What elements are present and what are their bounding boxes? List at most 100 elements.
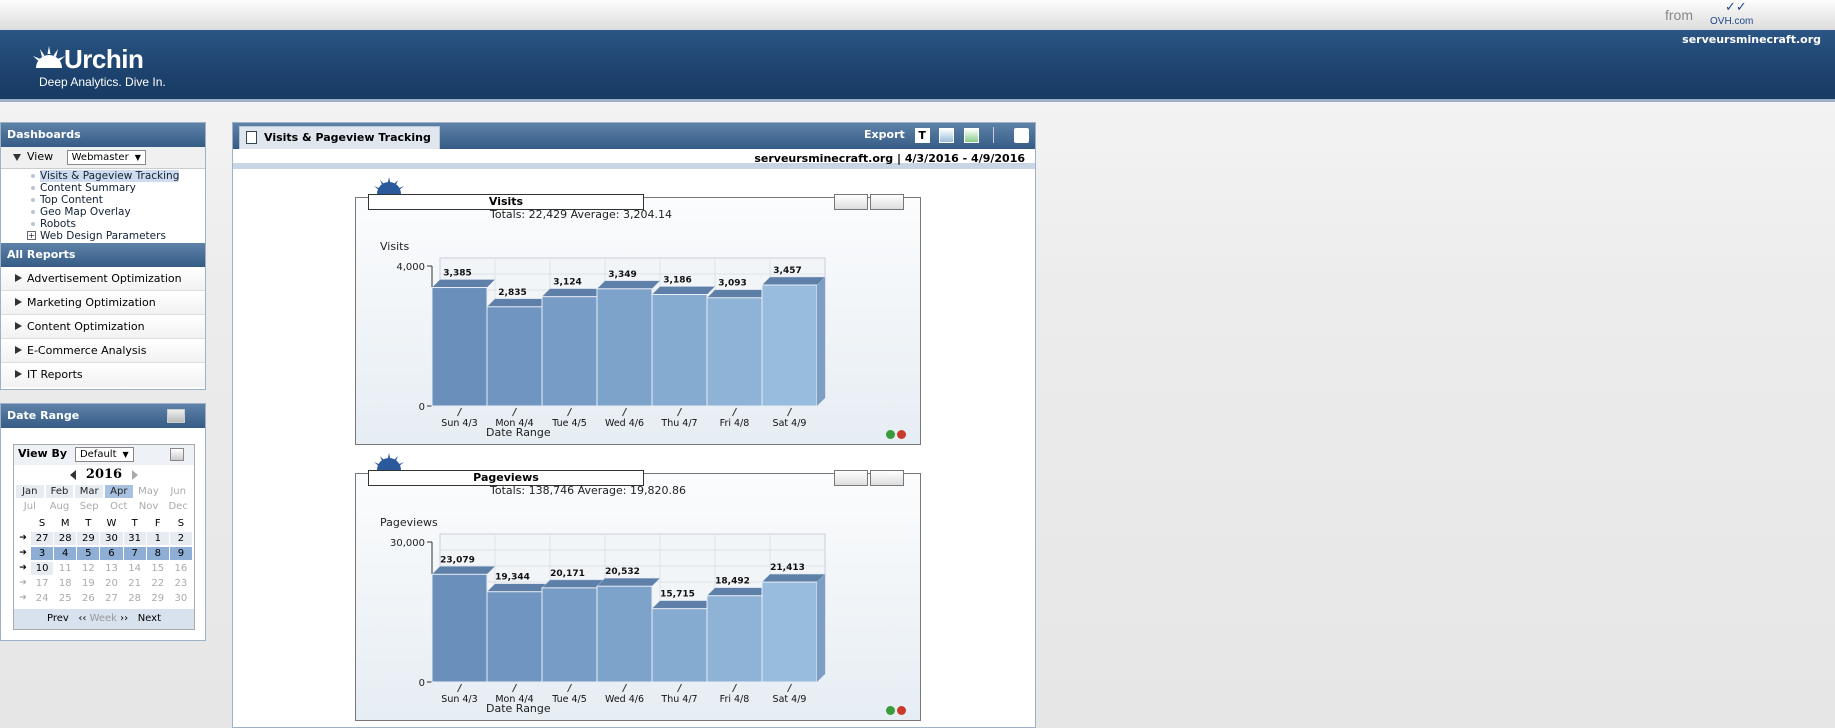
line-chart-icon[interactable] (870, 194, 904, 210)
ovh-logo[interactable]: ✓✓ OVH.com (1708, 0, 1760, 28)
chart-type-buttons (832, 470, 904, 486)
dashboard-item-top-content[interactable]: Top Content (1, 194, 205, 206)
day-cell: 17 (35, 578, 49, 589)
day-cell: 21 (128, 578, 141, 589)
prev-week-icon[interactable]: ‹‹ (78, 613, 86, 624)
report-marketing[interactable]: Marketing Optimization (1, 291, 205, 315)
month-sep: Sep (79, 501, 99, 512)
calendar-small-icon[interactable] (170, 448, 184, 461)
line-chart-icon[interactable] (870, 470, 904, 486)
x-tick (512, 683, 517, 693)
bar (596, 585, 653, 683)
month-dec: Dec (168, 501, 188, 512)
collapse-arrow-icon[interactable] (13, 153, 21, 161)
day-cell[interactable]: 7 (123, 547, 146, 560)
bar-top (651, 600, 716, 609)
y-tick-label: 30,000 (390, 538, 425, 549)
export-csv-icon[interactable] (964, 127, 980, 143)
week-select-arrow-icon[interactable]: ➔ (16, 562, 30, 575)
day-cell[interactable]: 5 (77, 547, 100, 560)
bar (596, 288, 653, 407)
day-cell[interactable]: 1 (146, 532, 169, 545)
day-cell[interactable]: 3 (31, 547, 54, 560)
date-range-panel: Date Range View By Default ▼ 2016 Jan Feb M… (0, 403, 206, 641)
day-cell: 19 (81, 578, 95, 589)
document-icon (246, 131, 257, 144)
bar-chart-icon[interactable] (834, 194, 868, 210)
bar-top (761, 573, 826, 583)
day-cell[interactable]: 8 (146, 547, 169, 560)
dashboard-item-robots[interactable]: Robots (1, 218, 205, 230)
x-tick-label: Thu 4/7 (660, 694, 697, 705)
week-label: Week (89, 613, 117, 624)
day-cell[interactable]: 6 (100, 547, 123, 560)
bar-top (541, 288, 606, 297)
day-cell[interactable]: 10 (31, 562, 54, 575)
report-content[interactable]: Content Optimization (1, 315, 205, 339)
bar-value-label: 19,344 (495, 573, 530, 583)
y-axis-label: Pageviews (380, 516, 438, 529)
month-oct: Oct (110, 501, 128, 512)
day-cell: 29 (151, 593, 165, 604)
dashboard-item-geo-map[interactable]: Geo Map Overlay (1, 206, 205, 218)
bar-value-label: 20,532 (605, 567, 640, 577)
report-ecommerce[interactable]: E-Commerce Analysis (1, 339, 205, 363)
bar (706, 297, 763, 407)
bar-top (761, 276, 826, 286)
dashboards-title: Dashboards (1, 123, 205, 147)
green-dot-icon (886, 706, 895, 715)
x-tick (787, 407, 792, 417)
day-cell[interactable]: 2 (169, 532, 192, 545)
month-mar[interactable]: Mar (75, 485, 103, 498)
bar-value-label: 23,079 (440, 555, 475, 565)
view-by-select[interactable]: Default ▼ (74, 447, 134, 462)
tab-visits-pageview[interactable]: Visits & Pageview Tracking (239, 126, 440, 149)
day-cell[interactable]: 29 (77, 532, 100, 545)
bullet-icon (31, 174, 35, 178)
dashboard-item-visits[interactable]: Visits & Pageview Tracking (1, 170, 205, 182)
next-week-icon[interactable]: ›› (120, 613, 128, 624)
export-text-icon[interactable]: T (914, 127, 930, 143)
month-apr[interactable]: Apr (104, 485, 133, 498)
bar-value-label: 18,492 (715, 577, 750, 587)
week-select-arrow-icon[interactable]: ➔ (16, 532, 30, 545)
day-cell: 25 (58, 593, 72, 604)
day-cell[interactable]: 31 (123, 532, 146, 545)
all-reports-title: All Reports (1, 243, 205, 267)
view-select[interactable]: Webmaster ▼ (66, 150, 146, 165)
export-xml-icon[interactable] (939, 127, 955, 143)
prev-year-icon[interactable] (70, 470, 76, 480)
bar (761, 284, 818, 407)
view-by-row: View By Default ▼ (14, 445, 194, 465)
expand-plus-icon[interactable]: + (27, 231, 36, 240)
day-cell[interactable]: 4 (54, 547, 77, 560)
next-button[interactable]: Next (138, 613, 161, 624)
status-dots (884, 705, 906, 718)
x-tick (457, 407, 462, 417)
print-icon[interactable] (1014, 127, 1029, 143)
toolbar-divider (993, 127, 995, 143)
bar-top (651, 286, 716, 295)
dashboard-item-web-design[interactable]: + Web Design Parameters (1, 230, 205, 242)
report-advertisement[interactable]: Advertisement Optimization (1, 267, 205, 291)
day-cell[interactable]: 28 (54, 532, 77, 545)
x-tick-label: Sat 4/9 (773, 418, 807, 429)
calendar-icon[interactable] (167, 409, 185, 423)
dashboard-item-content-summary[interactable]: Content Summary (1, 182, 205, 194)
day-cell[interactable]: 27 (31, 532, 54, 545)
bar (486, 306, 543, 407)
site-name: serveursminecraft.org (1682, 33, 1821, 46)
bullet-icon (31, 186, 35, 190)
bar-top (486, 583, 551, 592)
report-it[interactable]: IT Reports (1, 363, 205, 387)
month-feb[interactable]: Feb (45, 485, 74, 498)
month-jan[interactable]: Jan (16, 485, 44, 498)
status-dots (884, 429, 906, 442)
bar-chart-icon[interactable] (834, 470, 868, 486)
x-axis-label: Date Range (486, 702, 551, 715)
week-select-arrow-icon[interactable]: ➔ (16, 547, 30, 560)
day-cell[interactable]: 9 (169, 547, 192, 560)
x-tick (732, 407, 737, 417)
prev-button[interactable]: Prev (47, 613, 69, 624)
day-cell[interactable]: 30 (100, 532, 123, 545)
